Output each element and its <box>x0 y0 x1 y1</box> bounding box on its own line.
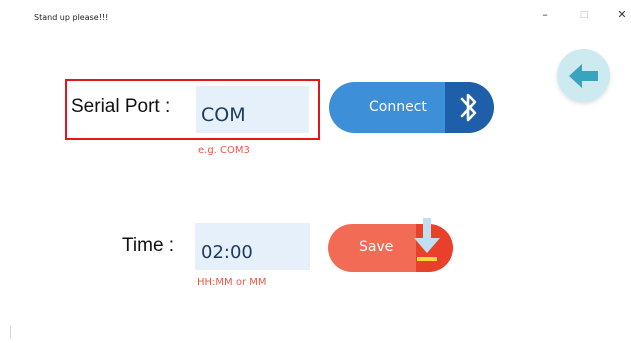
arrow-left-icon <box>569 64 598 88</box>
time-input[interactable] <box>195 223 310 270</box>
bluetooth-icon <box>460 93 477 122</box>
connect-button[interactable]: Connect <box>329 82 494 133</box>
close-button[interactable]: ✕ <box>612 8 631 21</box>
serial-port-input[interactable] <box>196 86 309 133</box>
connect-button-label: Connect <box>369 99 427 115</box>
serial-port-hint: e.g. COM3 <box>198 145 250 156</box>
time-label: Time : <box>122 235 175 256</box>
serial-port-label: Serial Port : <box>71 96 171 117</box>
bluetooth-badge <box>445 82 494 133</box>
minimize-button[interactable]: – <box>535 8 555 21</box>
divider <box>10 326 11 338</box>
time-hint: HH:MM or MM <box>197 277 267 288</box>
maximize-button[interactable]: □ <box>574 10 594 20</box>
save-button-label: Save <box>359 239 394 255</box>
title-bar: Stand up please!!! – □ ✕ <box>0 0 631 34</box>
download-arrow-icon <box>414 218 440 261</box>
back-button[interactable] <box>557 49 610 102</box>
window-title: Stand up please!!! <box>34 13 109 22</box>
